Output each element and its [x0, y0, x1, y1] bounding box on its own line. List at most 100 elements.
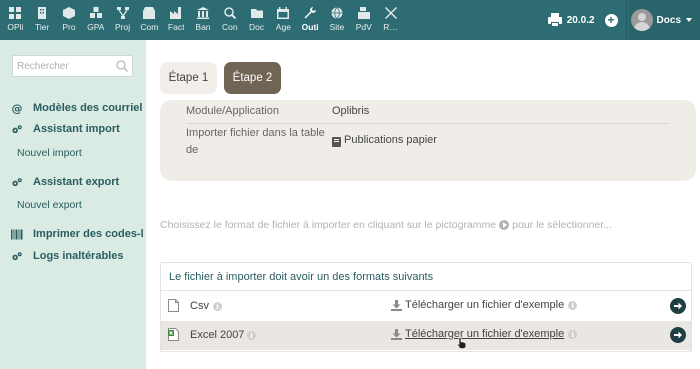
at-icon: @ [11, 102, 27, 114]
left-sidebar: @ Modèles des courriel Assistant import … [0, 40, 146, 369]
user-menu[interactable]: Docs [628, 0, 700, 40]
select-format-button[interactable] [670, 298, 686, 314]
sidebar-item-label: Imprimer des codes-l [33, 228, 144, 240]
download-link-text[interactable]: Télécharger un fichier d'exemple [405, 299, 564, 311]
topnav-item-label: Ban [195, 22, 211, 32]
download-icon [391, 328, 402, 340]
sidebar-item-new-import[interactable]: Nouvel import [17, 147, 82, 159]
sidebar-item-label: Assistant export [33, 176, 120, 188]
search-money-icon [223, 6, 237, 20]
main-content: Étape 1 Étape 2 Module/Application Oplib… [146, 40, 700, 369]
tab-step-2[interactable]: Étape 2 [224, 62, 281, 94]
topnav-item-2[interactable]: Pro [56, 0, 83, 40]
download-example-link[interactable]: Télécharger un fichier d'exemple i [391, 328, 578, 340]
info-icon[interactable]: i [568, 300, 578, 310]
formats-table-header: Le fichier à importer doit avoir un des … [161, 263, 691, 291]
gears-icon [11, 250, 27, 262]
topnav-item-4[interactable]: Proj [109, 0, 136, 40]
grid-icon [8, 6, 22, 20]
table-row: Csv i Télécharger un fichier d'exemple i [161, 292, 691, 321]
topnav-item-label: Tier [35, 22, 50, 32]
chevron-down-icon [686, 18, 692, 22]
sidebar-item-export-assistant[interactable]: Assistant export [11, 176, 119, 188]
sidebar-search [12, 55, 133, 77]
csv-file-icon [168, 299, 179, 312]
topnav-item-1[interactable]: Tier [29, 0, 56, 40]
hand-cursor-icon [457, 337, 467, 349]
sidebar-item-label: Assistant import [33, 123, 120, 135]
main-menu: OPli Tier Pro GPA Proj Com Fact Ban Con Doc Age Out… [2, 0, 404, 40]
divider [186, 123, 670, 124]
sidebar-item-print-barcodes[interactable]: Imprimer des codes-l [11, 228, 144, 240]
divider [625, 0, 627, 40]
select-format-button[interactable] [670, 327, 686, 343]
target-table-label-line2: de [186, 144, 199, 156]
topnav-item-9[interactable]: Doc [243, 0, 270, 40]
target-table-label-line1: Importer fichier dans la table [186, 127, 325, 139]
format-name: Csv [190, 300, 209, 312]
svg-text:@: @ [12, 103, 23, 114]
topnav-item-label: Con [221, 22, 238, 32]
folder-icon [250, 6, 264, 20]
cash-register-icon [357, 6, 371, 20]
version-label: 20.0.2 [566, 14, 595, 26]
factory-icon [169, 6, 183, 20]
info-icon[interactable]: i [568, 329, 578, 339]
topnav-item-14[interactable]: R… [377, 0, 404, 40]
search-icon[interactable] [115, 59, 129, 73]
topnav-item-label: Fact [167, 22, 185, 32]
download-icon [391, 299, 402, 311]
topnav-item-label: PdV [355, 22, 372, 32]
topnav-item-label: Com [140, 22, 159, 32]
cube-icon [62, 6, 76, 20]
sidebar-item-import-assistant[interactable]: Assistant import [11, 123, 120, 135]
topnav-item-0[interactable]: OPli [2, 0, 29, 40]
gears-icon [11, 123, 27, 135]
tab-step-1[interactable]: Étape 1 [160, 62, 217, 94]
sitemap-icon [116, 6, 130, 20]
wrench-icon [303, 6, 317, 20]
user-name: Docs [656, 14, 681, 26]
download-example-link[interactable]: Télécharger un fichier d'exemple i [391, 299, 578, 311]
topnav-item-8[interactable]: Con [216, 0, 243, 40]
target-table-text: Publications papier [344, 134, 437, 146]
search-input[interactable] [13, 56, 111, 76]
topnav-item-11[interactable]: Outi [297, 0, 324, 40]
topnav-item-5[interactable]: Com [136, 0, 163, 40]
table-row: Excel 2007 i Télécharger un fichier d'ex… [161, 321, 691, 350]
info-icon[interactable]: i [213, 302, 222, 311]
topnav-item-6[interactable]: Fact [163, 0, 190, 40]
building-icon [35, 6, 49, 20]
top-right-area: 20.0.2 + Docs [547, 0, 700, 40]
module-value: Oplibris [332, 105, 370, 117]
topnav-item-label: Outi [301, 22, 319, 32]
download-link-text[interactable]: Télécharger un fichier d'exemple [405, 328, 564, 340]
topnav-item-12[interactable]: Site [324, 0, 351, 40]
topnav-item-label: GPA [87, 22, 105, 32]
sidebar-item-email-templates[interactable]: @ Modèles des courriel [11, 102, 143, 114]
tools-icon [384, 6, 398, 20]
import-info-card: Module/Application Oplibris Importer fic… [160, 100, 696, 181]
sidebar-item-unalterable-logs[interactable]: Logs inaltérables [11, 250, 123, 262]
topnav-item-label: OPli [7, 22, 24, 32]
target-table-value: Publications papier [332, 132, 437, 149]
quick-add-icon[interactable]: + [604, 13, 618, 27]
arrow-circle-icon [499, 220, 510, 230]
topnav-item-10[interactable]: Age [270, 0, 297, 40]
sidebar-item-label: Modèles des courriel [33, 102, 143, 114]
topnav-item-3[interactable]: GPA [82, 0, 109, 40]
excel-file-icon [168, 328, 179, 341]
formats-table: Le fichier à importer doit avoir un des … [160, 262, 692, 352]
shop-icon [142, 6, 156, 20]
sidebar-item-label: Logs inaltérables [33, 250, 124, 262]
topnav-item-label: Site [329, 22, 345, 32]
topnav-item-7[interactable]: Ban [190, 0, 217, 40]
sidebar-item-new-export[interactable]: Nouvel export [17, 199, 82, 211]
info-icon[interactable]: i [247, 331, 256, 340]
topnav-item-label: Doc [249, 22, 265, 32]
hint-text-after: pour le sélectionner... [512, 219, 612, 231]
topnav-item-13[interactable]: PdV [350, 0, 377, 40]
printer-icon[interactable] [547, 12, 563, 28]
barcode-icon [11, 228, 27, 240]
format-hint: Choisissez le format de fichier à import… [160, 219, 612, 231]
